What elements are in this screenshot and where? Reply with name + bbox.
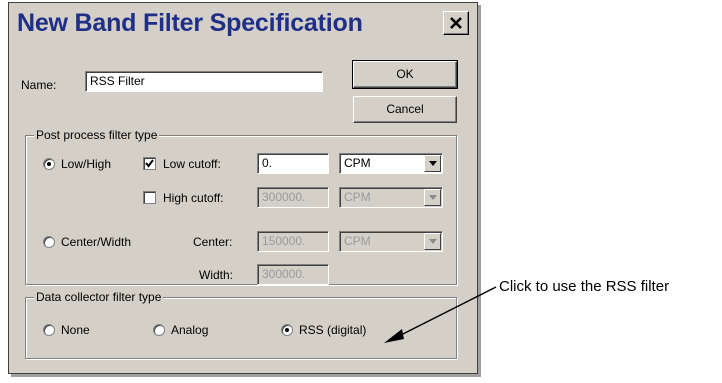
center-unit-dropdown-button[interactable] xyxy=(424,233,441,250)
callout-text: Click to use the RSS filter xyxy=(499,278,670,295)
chevron-down-icon xyxy=(429,195,437,200)
filter-analog-label: Analog xyxy=(171,323,209,337)
close-button[interactable] xyxy=(443,11,469,35)
center-unit-select[interactable]: CPM xyxy=(339,231,443,252)
low-cutoff-unit-dropdown-button[interactable] xyxy=(424,155,441,172)
chevron-down-icon xyxy=(429,239,437,244)
filter-analog-radio[interactable] xyxy=(153,324,165,336)
center-width-label: Center/Width xyxy=(61,235,132,249)
post-process-legend: Post process filter type xyxy=(34,128,160,142)
high-cutoff-checkbox[interactable] xyxy=(143,191,156,204)
low-cutoff-unit-select[interactable]: CPM xyxy=(339,153,443,174)
low-cutoff-checkbox[interactable] xyxy=(143,157,156,170)
filter-none-label: None xyxy=(61,323,90,337)
filter-rss-radio[interactable] xyxy=(281,324,293,336)
low-cutoff-label: Low cutoff: xyxy=(163,157,221,171)
low-high-label: Low/High xyxy=(61,157,112,171)
width-label: Width: xyxy=(199,268,234,282)
center-label: Center: xyxy=(193,235,233,249)
low-high-radio[interactable] xyxy=(43,158,55,170)
cancel-button[interactable]: Cancel xyxy=(353,96,457,123)
low-cutoff-input[interactable]: 0. xyxy=(257,153,329,174)
data-collector-legend: Data collector filter type xyxy=(34,290,164,304)
high-cutoff-label: High cutoff: xyxy=(163,191,224,205)
close-icon xyxy=(450,17,462,29)
center-width-radio[interactable] xyxy=(43,236,55,248)
center-unit-value: CPM xyxy=(344,234,371,248)
checkmark-icon xyxy=(145,159,154,168)
filter-rss-label: RSS (digital) xyxy=(299,323,367,337)
low-cutoff-unit-value: CPM xyxy=(344,156,371,170)
chevron-down-icon xyxy=(429,161,437,166)
name-label: Name: xyxy=(21,78,57,92)
band-filter-dialog: New Band Filter Specification Name: RSS … xyxy=(8,2,478,374)
center-input[interactable]: 150000. xyxy=(257,231,329,252)
name-input[interactable]: RSS Filter xyxy=(85,71,323,92)
title-bar: New Band Filter Specification xyxy=(9,3,477,45)
high-cutoff-unit-value: CPM xyxy=(344,190,371,204)
ok-button[interactable]: OK xyxy=(352,60,458,89)
high-cutoff-unit-dropdown-button[interactable] xyxy=(424,189,441,206)
width-input[interactable]: 300000. xyxy=(257,264,329,285)
filter-none-radio[interactable] xyxy=(43,324,55,336)
high-cutoff-input[interactable]: 300000. xyxy=(257,187,329,208)
dialog-title: New Band Filter Specification xyxy=(17,9,363,37)
high-cutoff-unit-select[interactable]: CPM xyxy=(339,187,443,208)
